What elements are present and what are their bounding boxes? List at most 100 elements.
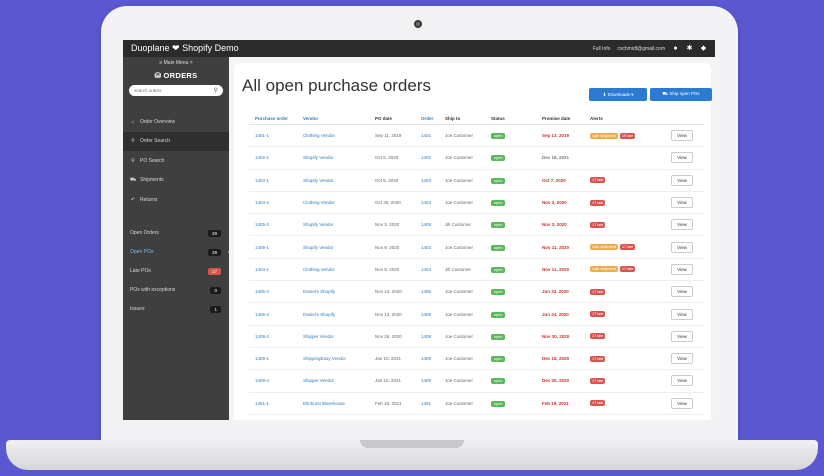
order-link[interactable]: 1401: [421, 133, 445, 138]
view-button[interactable]: View: [671, 174, 693, 186]
view-button[interactable]: View: [671, 397, 693, 409]
column-header[interactable]: Order: [421, 116, 445, 121]
po-link[interactable]: 1402-1: [249, 155, 303, 160]
order-link[interactable]: 1403: [421, 245, 445, 250]
sidebar-item-order-overview[interactable]: ⌂ Order Overview: [123, 112, 229, 132]
po-link[interactable]: 1451-1: [249, 401, 303, 406]
filter-open-pos[interactable]: Open POs 29: [123, 243, 232, 262]
status-badge: open: [491, 333, 506, 340]
filter-pos-with-exceptions[interactable]: POs with exceptions 0: [123, 281, 229, 300]
filter-late-pos[interactable]: Late POs 17: [123, 262, 229, 281]
view-button[interactable]: View: [671, 353, 693, 365]
view-button[interactable]: View: [671, 330, 693, 342]
po-link[interactable]: 1403-1: [249, 178, 303, 183]
order-link[interactable]: 1402: [421, 155, 445, 160]
vendor-link[interactable]: Daniel's Shopify: [303, 289, 375, 294]
view-button[interactable]: View: [671, 286, 693, 298]
order-link[interactable]: 1406: [421, 312, 445, 317]
sidebar-nav: ⌂ Order Overview ⚲ Order Search ⚲ PO Search ⛟ S…: [123, 112, 229, 210]
order-link[interactable]: 1409: [421, 378, 445, 383]
user-email[interactable]: cschmidt@gmail.com: [617, 46, 665, 52]
po-date: Nov 9, 2020: [375, 244, 400, 250]
sidebar-item-shipments[interactable]: ⛟ Shipments: [123, 171, 229, 191]
vendor-link[interactable]: Clothing Vendor: [303, 267, 375, 272]
user-icon[interactable]: ●: [672, 45, 679, 52]
alert-badge: 17 late: [590, 333, 606, 340]
column-header[interactable]: Vendor: [303, 116, 375, 121]
order-link[interactable]: 1404: [421, 200, 445, 205]
main-content: All open purchase orders ⬇ Downloads ▾ ⛟…: [229, 57, 715, 420]
webcam-icon: [414, 20, 422, 28]
vendor-link[interactable]: Daniel's Shopify: [303, 312, 375, 317]
column-header: Alerts: [590, 115, 603, 121]
vendor-link[interactable]: Clothing Vendor: [303, 200, 375, 205]
filter-open-orders[interactable]: Open Orders 29: [123, 224, 229, 243]
vendor-link[interactable]: Clothing Vendor: [303, 133, 375, 138]
sidebar-item-po-search[interactable]: ⚲ PO Search: [123, 151, 229, 171]
view-button[interactable]: View: [671, 130, 693, 142]
app-screen: Duoplane ❤ Shopify Demo Full Info cschmi…: [123, 40, 715, 420]
promise-date: Jun 23, 2020: [542, 289, 569, 295]
promise-date: Oct 7, 2020: [542, 177, 566, 183]
vendor-link[interactable]: Shopify Vendor: [303, 222, 375, 227]
view-button[interactable]: View: [671, 263, 693, 275]
po-link[interactable]: 1409-4: [249, 378, 303, 383]
alert-badge: 17 late: [590, 400, 606, 407]
order-link[interactable]: 1403: [421, 178, 445, 183]
po-link[interactable]: 1405-1: [249, 245, 303, 250]
order-link[interactable]: 1451: [421, 401, 445, 406]
po-link[interactable]: 1404-1: [249, 267, 303, 272]
main-menu-link[interactable]: ≡ Main Menu >: [123, 57, 229, 69]
order-search-box[interactable]: ⚲: [129, 85, 223, 96]
ship-to: Jill Customer: [445, 266, 472, 272]
po-date: Jan 10, 2021: [375, 378, 402, 384]
top-bar: Duoplane ❤ Shopify Demo Full Info cschmi…: [123, 40, 715, 57]
column-header[interactable]: PO date: [375, 116, 421, 121]
view-button[interactable]: View: [671, 219, 693, 231]
column-header[interactable]: Ship to: [445, 116, 491, 121]
vendor-link[interactable]: Elmhurst Warehouse: [303, 401, 375, 406]
po-link[interactable]: 1404-2: [249, 200, 303, 205]
table-row: 1402-1 Shopify Vendor Oct 5, 2020 1402 Joe C…: [249, 147, 704, 170]
view-button[interactable]: View: [671, 197, 693, 209]
sidebar-item-order-search[interactable]: ⚲ Order Search: [123, 131, 229, 151]
vendor-link[interactable]: Shopify Vendor: [303, 155, 375, 160]
view-button[interactable]: View: [671, 308, 693, 320]
order-link[interactable]: 1405: [421, 289, 445, 294]
po-link[interactable]: 1406-2: [249, 312, 303, 317]
vendor-link[interactable]: Shipper Vendor: [303, 378, 375, 383]
search-icon[interactable]: ⚲: [214, 87, 218, 94]
vendor-link[interactable]: Shipper Vendor: [303, 334, 375, 339]
vendor-link[interactable]: Shopify Vendor: [303, 178, 375, 183]
column-header[interactable]: Status: [491, 116, 542, 121]
sidebar-item-returns[interactable]: ↶ Returns: [123, 190, 229, 210]
search-input[interactable]: [134, 88, 214, 93]
order-link[interactable]: 1409: [421, 356, 445, 361]
filter-label: Late POs: [130, 268, 151, 274]
view-button[interactable]: View: [671, 241, 693, 253]
alert-badge: 17 late: [590, 311, 606, 318]
view-button[interactable]: View: [671, 152, 693, 164]
po-link[interactable]: 1409-1: [249, 356, 303, 361]
filter-issues[interactable]: Issues 1: [123, 300, 229, 319]
po-link[interactable]: 1408-2: [249, 334, 303, 339]
status-cell: open: [491, 289, 542, 296]
sidebar-item-label: Shipments: [140, 177, 164, 184]
ship-open-pos-button[interactable]: ⛟ Ship open POs: [650, 88, 712, 101]
po-link[interactable]: 1405-2: [249, 289, 303, 294]
vendor-link[interactable]: ShippingEasy Vendor: [303, 356, 375, 361]
alert-badge: 17 late: [590, 199, 606, 206]
vendor-link[interactable]: Shopify Vendor: [303, 245, 375, 250]
po-link[interactable]: 1401-1: [249, 133, 303, 138]
po-link[interactable]: 1405-2: [249, 222, 303, 227]
column-header[interactable]: Purchase order: [249, 116, 303, 121]
help-icon[interactable]: ◆: [700, 45, 707, 52]
order-link[interactable]: 1405: [421, 222, 445, 227]
gear-icon[interactable]: ✱: [686, 45, 693, 52]
downloads-button[interactable]: ⬇ Downloads ▾: [589, 88, 647, 101]
order-link[interactable]: 1408: [421, 334, 445, 339]
column-header[interactable]: Promise date: [542, 116, 590, 121]
order-link[interactable]: 1404: [421, 267, 445, 272]
view-button[interactable]: View: [671, 375, 693, 387]
table-row: 1406-2 Daniel's Shopify Nov 13, 2020 1406 Jo…: [249, 303, 704, 326]
